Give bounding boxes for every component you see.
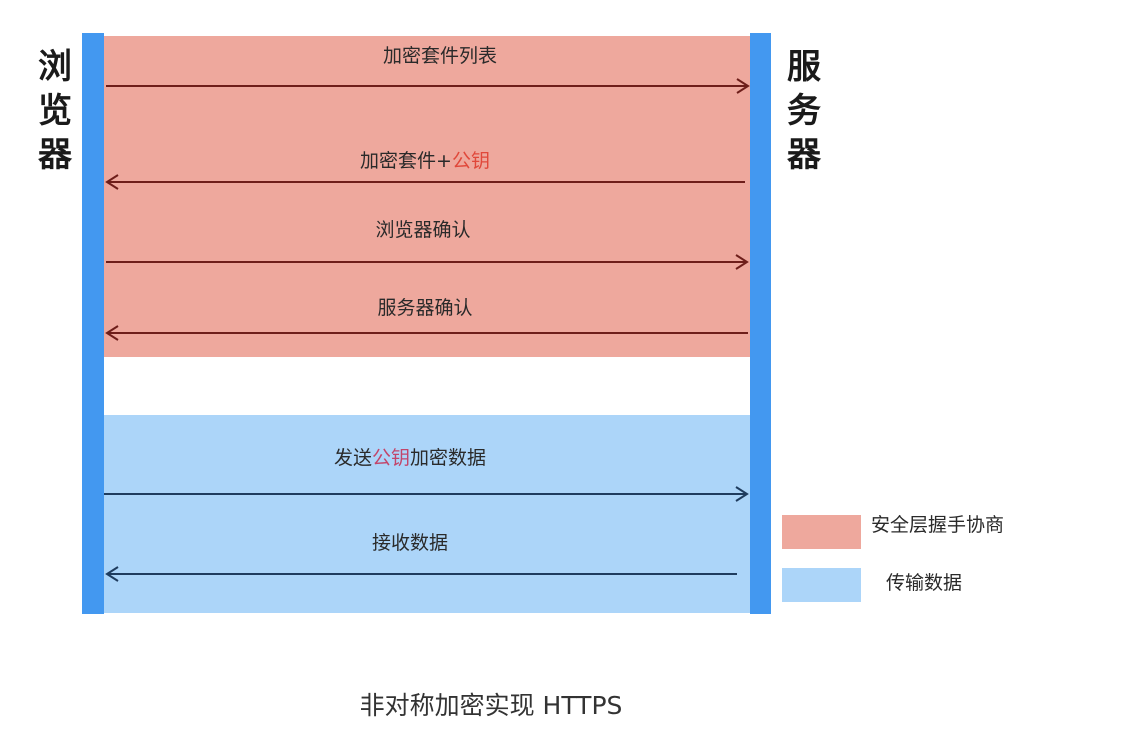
legend-swatch-transfer [782,568,861,602]
browser-label: 浏 览 器 [38,47,73,175]
figure-caption: 非对称加密实现 HTTPS [359,691,623,720]
message-label: 发送公钥加密数据 [334,447,486,469]
legend-label-handshake: 安全层握手协商 [871,514,1004,536]
server-label-char: 服 [787,47,821,87]
legend: 安全层握手协商 传输数据 [782,514,1004,602]
server-lifeline [750,33,771,614]
legend-label-transfer: 传输数据 [886,572,962,594]
legend-swatch-handshake [782,515,861,549]
browser-label-char: 器 [38,135,73,175]
message-label: 接收数据 [372,532,448,554]
server-label-char: 器 [787,135,822,175]
https-handshake-diagram: 浏 览 器 服 务 器 加密套件列表 加密套件+公钥 浏览器确认 服务器确认 发… [38,33,1004,614]
message-label: 加密套件列表 [383,45,497,67]
server-label: 服 务 器 [787,47,822,175]
message-label: 加密套件+公钥 [360,150,490,172]
message-label: 服务器确认 [377,297,472,319]
transfer-phase-region [104,415,750,613]
browser-label-char: 览 [38,91,72,131]
browser-lifeline [82,33,104,614]
browser-label-char: 浏 [38,47,72,87]
message-label: 浏览器确认 [375,219,470,241]
server-label-char: 务 [787,91,821,131]
